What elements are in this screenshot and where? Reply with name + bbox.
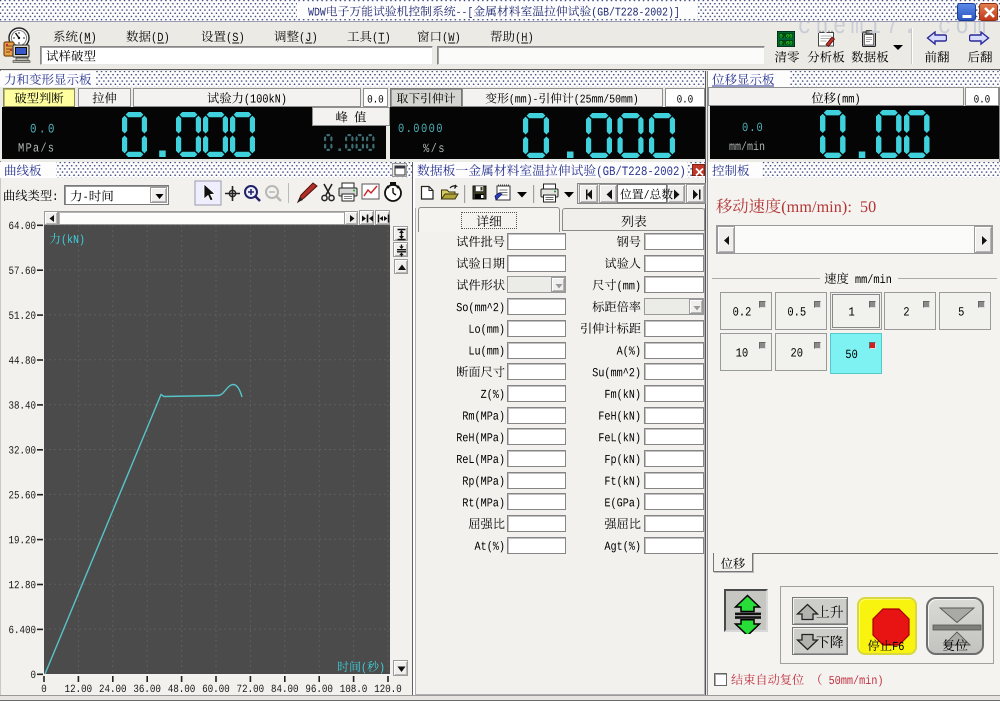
svg-text:0.00: 0.00 xyxy=(779,33,792,40)
svg-text:0.00: 0.00 xyxy=(779,40,792,47)
